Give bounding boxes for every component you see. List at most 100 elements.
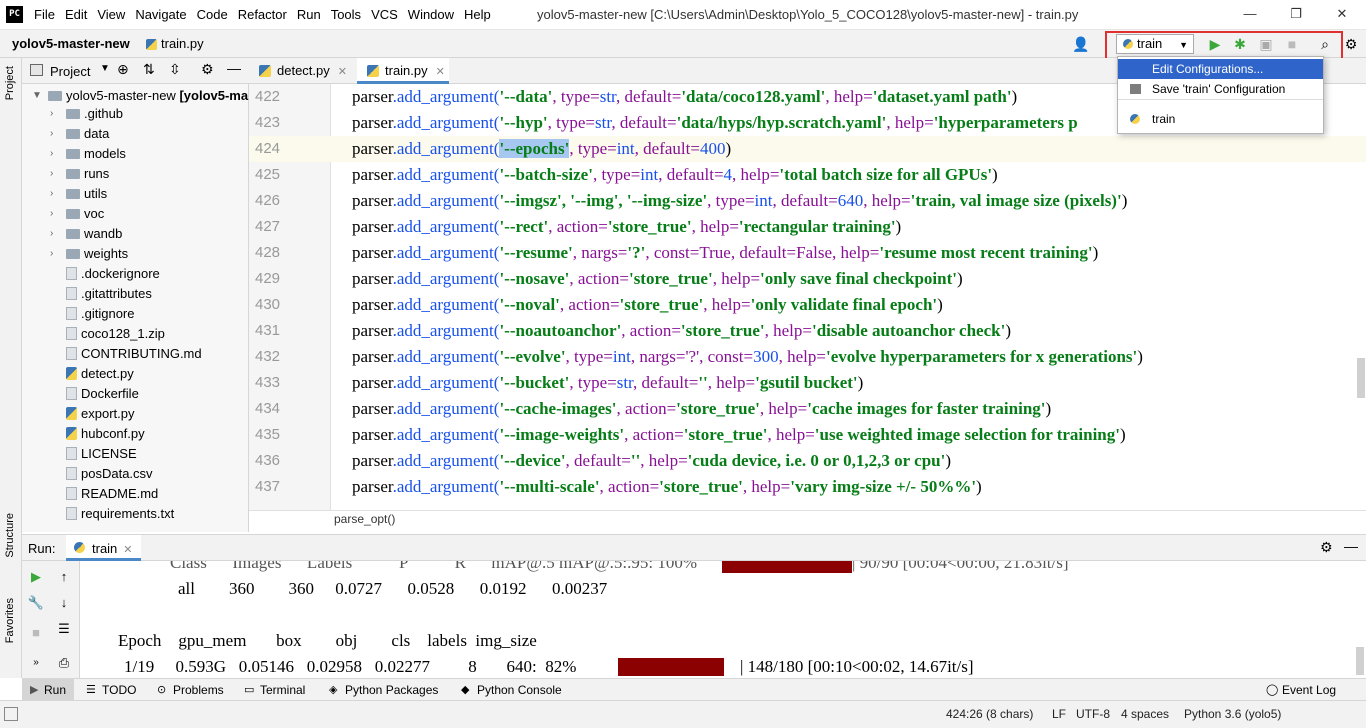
favorites-tool-tab[interactable]: Favorites — [4, 598, 16, 643]
run-tab-train[interactable]: train ✕ — [66, 535, 141, 561]
line-separator[interactable]: LF — [1052, 707, 1066, 721]
console-output[interactable]: Class Images Labels P R mAP@.5 mAP@.5:.9… — [80, 561, 1356, 679]
expand-all-icon[interactable]: ⇅ — [143, 61, 155, 78]
chevron-right-icon[interactable]: › — [50, 244, 53, 264]
hide-icon[interactable]: — — [227, 60, 241, 76]
tree-item[interactable]: posData.csv — [66, 464, 153, 484]
menu-vcs[interactable]: VCS — [371, 7, 398, 22]
tab-train-py[interactable]: train.py ✕ — [357, 58, 449, 84]
tree-item[interactable]: › runs — [50, 164, 109, 184]
editor-scrollbar[interactable] — [1357, 358, 1365, 398]
tree-root[interactable]: ▼ yolov5-master-new [yolov5-ma — [32, 86, 248, 106]
settings-icon[interactable]: ⚙ — [1343, 36, 1359, 52]
down-arrow-icon[interactable]: ↓ — [54, 593, 74, 613]
menu-view[interactable]: View — [97, 7, 125, 22]
menu-run[interactable]: Run — [297, 7, 321, 22]
menu-help[interactable]: Help — [464, 7, 491, 22]
tool-tab-terminal[interactable]: ▭ Terminal — [242, 679, 305, 701]
code-lines[interactable]: 422 parser.add_argument('--data', type=st… — [249, 84, 1366, 510]
tree-item[interactable]: › models — [50, 144, 126, 164]
chevron-right-icon[interactable]: › — [50, 104, 53, 124]
menu-file[interactable]: File — [34, 7, 55, 22]
function-breadcrumb[interactable]: parse_opt() — [334, 512, 395, 526]
code-line[interactable]: 426 parser.add_argument('--imgsz', '--img… — [249, 188, 1366, 214]
code-line[interactable]: 434 parser.add_argument('--cache-images',… — [249, 396, 1366, 422]
close-tab-icon[interactable]: ✕ — [436, 66, 445, 78]
chevron-right-icon[interactable]: › — [50, 224, 53, 244]
tree-item[interactable]: › voc — [50, 204, 104, 224]
chevron-right-icon[interactable]: › — [50, 124, 53, 144]
caret-position[interactable]: 424:26 (8 chars) — [946, 707, 1033, 721]
indent-setting[interactable]: 4 spaces — [1121, 707, 1169, 721]
tool-windows-icon[interactable] — [4, 707, 18, 721]
up-arrow-icon[interactable]: ↑ — [54, 567, 74, 587]
project-tool-tab[interactable]: Project — [4, 66, 16, 100]
chevron-right-icon[interactable]: › — [50, 144, 53, 164]
menu-item-save-configuration[interactable]: Save 'train' Configuration — [1118, 79, 1323, 99]
tree-item[interactable]: export.py — [66, 404, 134, 424]
chevron-right-icon[interactable]: › — [50, 184, 53, 204]
locate-icon[interactable]: ⊕ — [117, 61, 129, 78]
code-line[interactable]: 429 parser.add_argument('--nosave', actio… — [249, 266, 1366, 292]
menu-code[interactable]: Code — [197, 7, 228, 22]
tree-item[interactable]: requirements.txt — [66, 504, 174, 524]
code-line[interactable]: 424 parser.add_argument('--epochs', type=… — [249, 136, 1366, 162]
breadcrumb-file[interactable]: train.py — [146, 36, 204, 51]
chevron-right-icon[interactable]: › — [50, 204, 53, 224]
collapse-all-icon[interactable]: ⇳ — [169, 61, 181, 78]
stop-icon[interactable]: ■ — [26, 623, 46, 643]
tree-item[interactable]: Dockerfile — [66, 384, 139, 404]
structure-tool-tab[interactable]: Structure — [4, 513, 16, 558]
tool-tab-run[interactable]: ▶ Run — [22, 679, 74, 701]
menu-navigate[interactable]: Navigate — [135, 7, 186, 22]
tree-item[interactable]: LICENSE — [66, 444, 137, 464]
user-icon[interactable]: 👤 — [1072, 36, 1089, 52]
code-line[interactable]: 425 parser.add_argument('--batch-size', t… — [249, 162, 1366, 188]
tree-item[interactable]: › .github — [50, 104, 123, 124]
tool-tab-problems[interactable]: ⊙ Problems — [155, 679, 224, 701]
soft-wrap-icon[interactable]: ☰ — [54, 619, 74, 639]
menu-edit[interactable]: Edit — [65, 7, 87, 22]
tree-item[interactable]: coco128_1.zip — [66, 324, 165, 344]
tool-tab-todo[interactable]: ☰ TODO — [84, 679, 136, 701]
more-icon[interactable]: » — [26, 653, 46, 673]
close-icon[interactable]: ✕ — [1322, 4, 1362, 24]
rerun-icon[interactable]: ▶ — [26, 567, 46, 587]
tree-item[interactable]: .dockerignore — [66, 264, 160, 284]
tree-item[interactable]: CONTRIBUTING.md — [66, 344, 202, 364]
breadcrumb-project[interactable]: yolov5-master-new — [12, 36, 130, 51]
tree-item[interactable]: › wandb — [50, 224, 122, 244]
tree-item[interactable]: .gitignore — [66, 304, 134, 324]
code-line[interactable]: 437 parser.add_argument('--multi-scale', … — [249, 474, 1366, 500]
code-line[interactable]: 430 parser.add_argument('--noval', action… — [249, 292, 1366, 318]
tool-tab-python-packages[interactable]: ◈ Python Packages — [327, 679, 438, 701]
console-scrollbar[interactable] — [1356, 647, 1364, 675]
menu-item-edit-configurations[interactable]: Edit Configurations... — [1118, 59, 1323, 79]
gear-icon[interactable]: ⚙ — [201, 61, 214, 78]
tree-item[interactable]: detect.py — [66, 364, 134, 384]
menu-tools[interactable]: Tools — [331, 7, 361, 22]
menu-window[interactable]: Window — [408, 7, 454, 22]
chevron-down-icon[interactable]: ▼ — [100, 63, 110, 74]
close-tab-icon[interactable]: ✕ — [338, 66, 347, 78]
code-line[interactable]: 432 parser.add_argument('--evolve', type=… — [249, 344, 1366, 370]
tree-item[interactable]: › data — [50, 124, 109, 144]
menu-refactor[interactable]: Refactor — [238, 7, 287, 22]
print-icon[interactable]: ⎙ — [54, 653, 74, 673]
minimize-icon[interactable]: — — [1230, 4, 1270, 24]
gear-icon[interactable]: ⚙ — [1320, 539, 1333, 556]
tool-tab-python-console[interactable]: ◆ Python Console — [459, 679, 562, 701]
chevron-right-icon[interactable]: › — [50, 164, 53, 184]
wrench-icon[interactable]: 🔧 — [26, 593, 46, 613]
close-tab-icon[interactable]: ✕ — [123, 544, 132, 556]
code-line[interactable]: 431 parser.add_argument('--noautoanchor',… — [249, 318, 1366, 344]
file-encoding[interactable]: UTF-8 — [1076, 707, 1110, 721]
tree-item[interactable]: README.md — [66, 484, 158, 504]
menu-item-train[interactable]: train — [1118, 109, 1323, 129]
code-line[interactable]: 433 parser.add_argument('--bucket', type=… — [249, 370, 1366, 396]
tree-item[interactable]: › utils — [50, 184, 107, 204]
hide-icon[interactable]: — — [1344, 538, 1358, 554]
maximize-icon[interactable]: ❐ — [1276, 4, 1316, 24]
tree-item[interactable]: hubconf.py — [66, 424, 145, 444]
code-line[interactable]: 427 parser.add_argument('--rect', action=… — [249, 214, 1366, 240]
